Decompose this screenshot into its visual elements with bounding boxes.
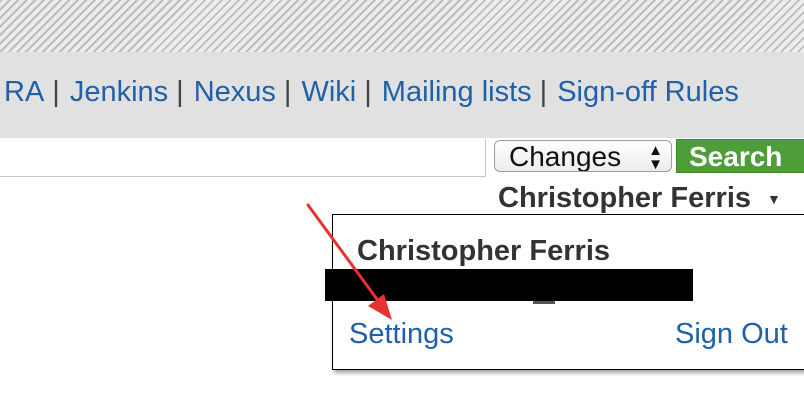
gerrit-page: RA | Jenkins | Nexus | Wiki | Mailing lists | Sign… bbox=[0, 0, 804, 412]
select-arrows-icon: ▲ ▼ bbox=[648, 142, 663, 172]
nav-separator: | bbox=[283, 76, 292, 108]
nav-link-jenkins[interactable]: Jenkins bbox=[70, 76, 168, 108]
search-input[interactable] bbox=[0, 139, 486, 177]
account-user-name: Christopher Ferris bbox=[498, 182, 751, 214]
sign-out-link[interactable]: Sign Out bbox=[675, 316, 788, 352]
redacted-email-bar bbox=[325, 269, 693, 301]
nav-separator: | bbox=[176, 76, 184, 108]
header-stripe-band bbox=[0, 0, 804, 52]
settings-link[interactable]: Settings bbox=[349, 316, 454, 352]
nav-link-wiki[interactable]: Wiki bbox=[301, 76, 356, 108]
nav-link-jira[interactable]: RA bbox=[4, 76, 44, 108]
nav-separator: | bbox=[52, 76, 60, 108]
search-scope-select[interactable]: Changes ▲ ▼ bbox=[494, 140, 672, 172]
account-popup: Christopher Ferris Settings Sign Out bbox=[325, 214, 804, 370]
redacted-email-remnant bbox=[533, 301, 555, 304]
search-button[interactable]: Search bbox=[676, 139, 804, 173]
nav-link-sign-off-rules[interactable]: Sign-off Rules bbox=[557, 76, 739, 108]
nav-link-nexus[interactable]: Nexus bbox=[194, 76, 276, 108]
popup-user-name: Christopher Ferris bbox=[357, 235, 610, 267]
top-nav-links: RA | Jenkins | Nexus | Wiki | Mailing lists | Sign… bbox=[4, 72, 739, 112]
nav-separator: | bbox=[364, 76, 372, 108]
search-scope-value: Changes bbox=[509, 141, 622, 172]
nav-link-mailing-lists[interactable]: Mailing lists bbox=[382, 76, 532, 108]
nav-separator: | bbox=[539, 76, 548, 108]
